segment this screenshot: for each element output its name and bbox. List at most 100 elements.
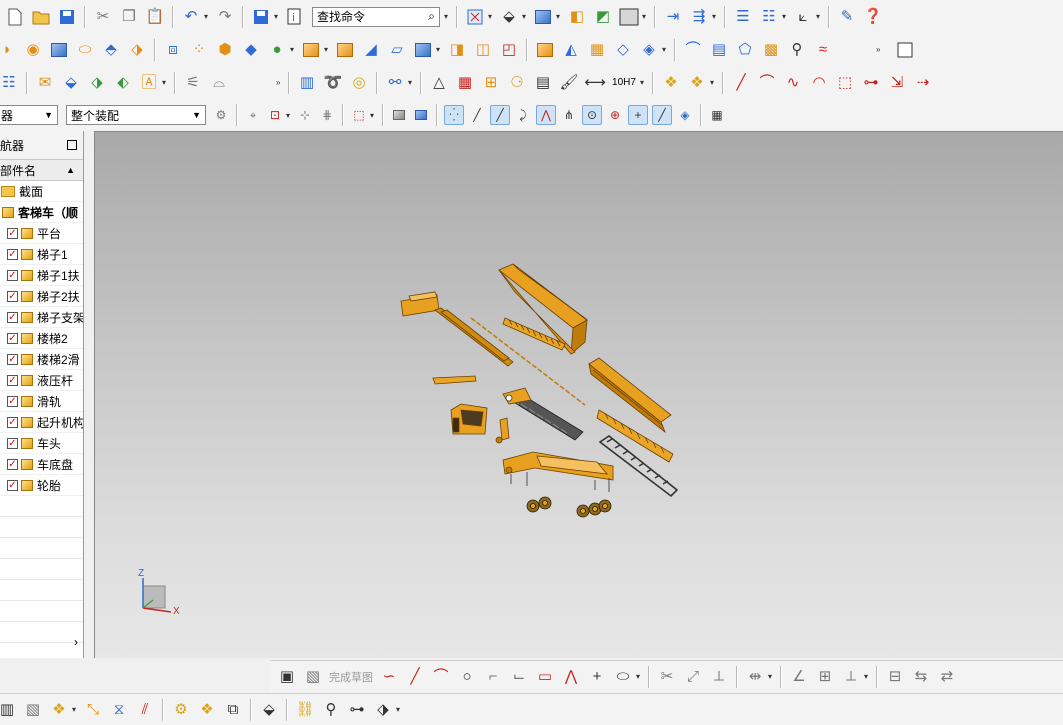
snap-circle-icon[interactable]: ⊕	[606, 106, 624, 124]
sketch-shape-dropdown-icon[interactable]: ▾	[636, 672, 644, 681]
unite-dropdown-icon[interactable]: ▾	[290, 45, 298, 54]
sew-icon[interactable]: ◰	[498, 39, 520, 61]
open-folder-icon[interactable]	[30, 6, 52, 28]
orient-view-icon[interactable]: ⬙	[498, 6, 520, 28]
unite-icon[interactable]: ●	[266, 39, 288, 61]
maximize-icon[interactable]	[67, 140, 77, 150]
quick-trim-icon[interactable]: ✂	[656, 666, 678, 688]
shell-icon[interactable]	[300, 39, 322, 61]
text-abc-icon[interactable]: 🄰	[138, 72, 160, 94]
new-component-icon[interactable]: ❖	[686, 72, 708, 94]
tree-node-part[interactable]: ✓ 梯子2扶	[0, 286, 83, 307]
sketch-rectangle-icon[interactable]: ▭	[534, 666, 556, 688]
wcs-icon[interactable]: ⟀	[792, 6, 814, 28]
snap-existing-point-icon[interactable]: +	[628, 105, 648, 125]
component-array-icon[interactable]: ❖	[196, 699, 218, 721]
snap-grid-icon[interactable]: ⋕	[318, 106, 336, 124]
sequence-icon[interactable]: ⬙	[258, 699, 280, 721]
profile-icon[interactable]: ∽	[378, 666, 400, 688]
pad-icon[interactable]: ⬘	[100, 39, 122, 61]
make-corner-icon[interactable]: ⟂	[708, 666, 730, 688]
n-sided-surface-icon[interactable]: ⬠	[734, 39, 756, 61]
section-view-icon[interactable]: ◧	[566, 6, 588, 28]
harness-dropdown-icon[interactable]: ▾	[408, 78, 416, 87]
bearing-icon[interactable]: ◎	[348, 72, 370, 94]
triangle-icon[interactable]: △	[428, 72, 450, 94]
pipe-icon[interactable]: ⚲	[320, 699, 342, 721]
grid-toggle-icon[interactable]: ▦	[708, 106, 726, 124]
thicken-icon[interactable]: ⬖	[112, 72, 134, 94]
datum-plane-icon[interactable]: ⧈	[162, 39, 184, 61]
visibility-checkbox[interactable]: ✓	[7, 332, 18, 344]
sort-ascending-icon[interactable]: ▲	[66, 165, 75, 175]
panel-icon[interactable]	[894, 39, 916, 61]
tree-node-part[interactable]: ✓ 平台	[0, 223, 83, 244]
slot-icon[interactable]: ⬗	[126, 39, 148, 61]
display-style-dropdown-icon[interactable]: ▾	[556, 12, 564, 21]
constraint-navigator-icon[interactable]: ⫽	[134, 699, 156, 721]
visibility-checkbox[interactable]: ✓	[7, 227, 18, 239]
through-curves-icon[interactable]: ⌒	[682, 39, 704, 61]
tree-node-part[interactable]: ✓ 车底盘	[0, 454, 83, 475]
visibility-checkbox[interactable]: ✓	[7, 437, 18, 449]
layer-dropdown-icon[interactable]: ▾	[782, 12, 790, 21]
wcs-dropdown-icon[interactable]: ▾	[816, 12, 824, 21]
box-select-dropdown-icon[interactable]: ▾	[286, 111, 294, 120]
project-curve-icon[interactable]: ⬚	[834, 72, 856, 94]
fit-view-icon[interactable]	[464, 6, 486, 28]
copy-icon[interactable]: ❐	[118, 6, 140, 28]
column-header[interactable]: 生部件名 ▲	[0, 159, 83, 181]
select-pointer-icon[interactable]: ⌖	[244, 106, 262, 124]
scroll-right-icon[interactable]: ›	[74, 635, 78, 649]
boss-icon[interactable]	[48, 39, 70, 61]
select-body-icon[interactable]	[390, 106, 408, 124]
component-dropdown-icon[interactable]: ▾	[710, 78, 718, 87]
sketch-point-icon[interactable]: +	[586, 666, 608, 688]
offset-face-icon[interactable]: ▱	[386, 39, 408, 61]
visibility-checkbox[interactable]: ✓	[7, 269, 18, 281]
save-dropdown-icon[interactable]: ▾	[274, 12, 282, 21]
image-capture-icon[interactable]: ▧	[22, 699, 44, 721]
horizontal-scrollbar[interactable]: ›	[0, 634, 83, 650]
snap-intersection-icon[interactable]: ⤸	[514, 106, 532, 124]
dimension-dropdown-icon[interactable]: ▾	[768, 672, 776, 681]
geometric-constraint-icon[interactable]: ∠	[788, 666, 810, 688]
through-mesh-icon[interactable]: ▤	[708, 39, 730, 61]
graphics-window[interactable]: Z X	[94, 131, 1063, 658]
new-file-icon[interactable]	[4, 6, 26, 28]
tree-node-part[interactable]: ✓ 轮胎	[0, 475, 83, 496]
wave-linker-icon[interactable]: ⧉	[222, 699, 244, 721]
cylinder-icon[interactable]: ▥	[296, 72, 318, 94]
finish-sketch-label[interactable]: 完成草图	[329, 669, 373, 685]
visibility-checkbox[interactable]: ✓	[7, 458, 18, 470]
constraint-dropdown-icon[interactable]: ▾	[712, 12, 720, 21]
tube-icon[interactable]: ⬗	[86, 72, 108, 94]
snap-arc-center-icon[interactable]: ⋀	[536, 105, 556, 125]
clearance-icon[interactable]: ⬗	[372, 699, 394, 721]
tree-node-part[interactable]: ✓ 液压杆	[0, 370, 83, 391]
quick-extend-icon[interactable]: ⤢	[682, 666, 704, 688]
snap-center-icon[interactable]: ⊙	[582, 105, 602, 125]
layer-move-icon[interactable]: ☷	[758, 6, 780, 28]
design-table-icon[interactable]: ⊞	[814, 666, 836, 688]
more-analysis-icon[interactable]: »	[276, 78, 284, 87]
add-existing-icon[interactable]: ❖	[48, 699, 70, 721]
redo-icon[interactable]: ↷	[214, 6, 236, 28]
sketch-arc-icon[interactable]: ⌒	[430, 666, 452, 688]
background-dropdown-icon[interactable]: ▾	[642, 12, 650, 21]
snap-control-point-icon[interactable]: ╱	[490, 105, 510, 125]
sweep-dropdown-icon[interactable]: ▾	[662, 45, 670, 54]
spring-icon[interactable]: ➰	[322, 72, 344, 94]
background-icon[interactable]	[618, 6, 640, 28]
orient-dropdown-icon[interactable]: ▾	[522, 12, 530, 21]
visibility-checkbox[interactable]: ✓	[7, 290, 18, 302]
chain-link-icon[interactable]: ⛓	[294, 699, 316, 721]
visibility-checkbox[interactable]: ✓	[7, 353, 18, 365]
undo-dropdown-icon[interactable]: ▾	[204, 12, 212, 21]
convert-reference-icon[interactable]: ⇆	[910, 666, 932, 688]
law-extension-icon[interactable]: ⚲	[786, 39, 808, 61]
info-icon[interactable]: i	[284, 6, 306, 28]
visibility-checkbox[interactable]: ✓	[7, 374, 18, 386]
shaded-cube-icon[interactable]	[532, 6, 554, 28]
snap-settings-icon[interactable]: ⊹	[296, 106, 314, 124]
